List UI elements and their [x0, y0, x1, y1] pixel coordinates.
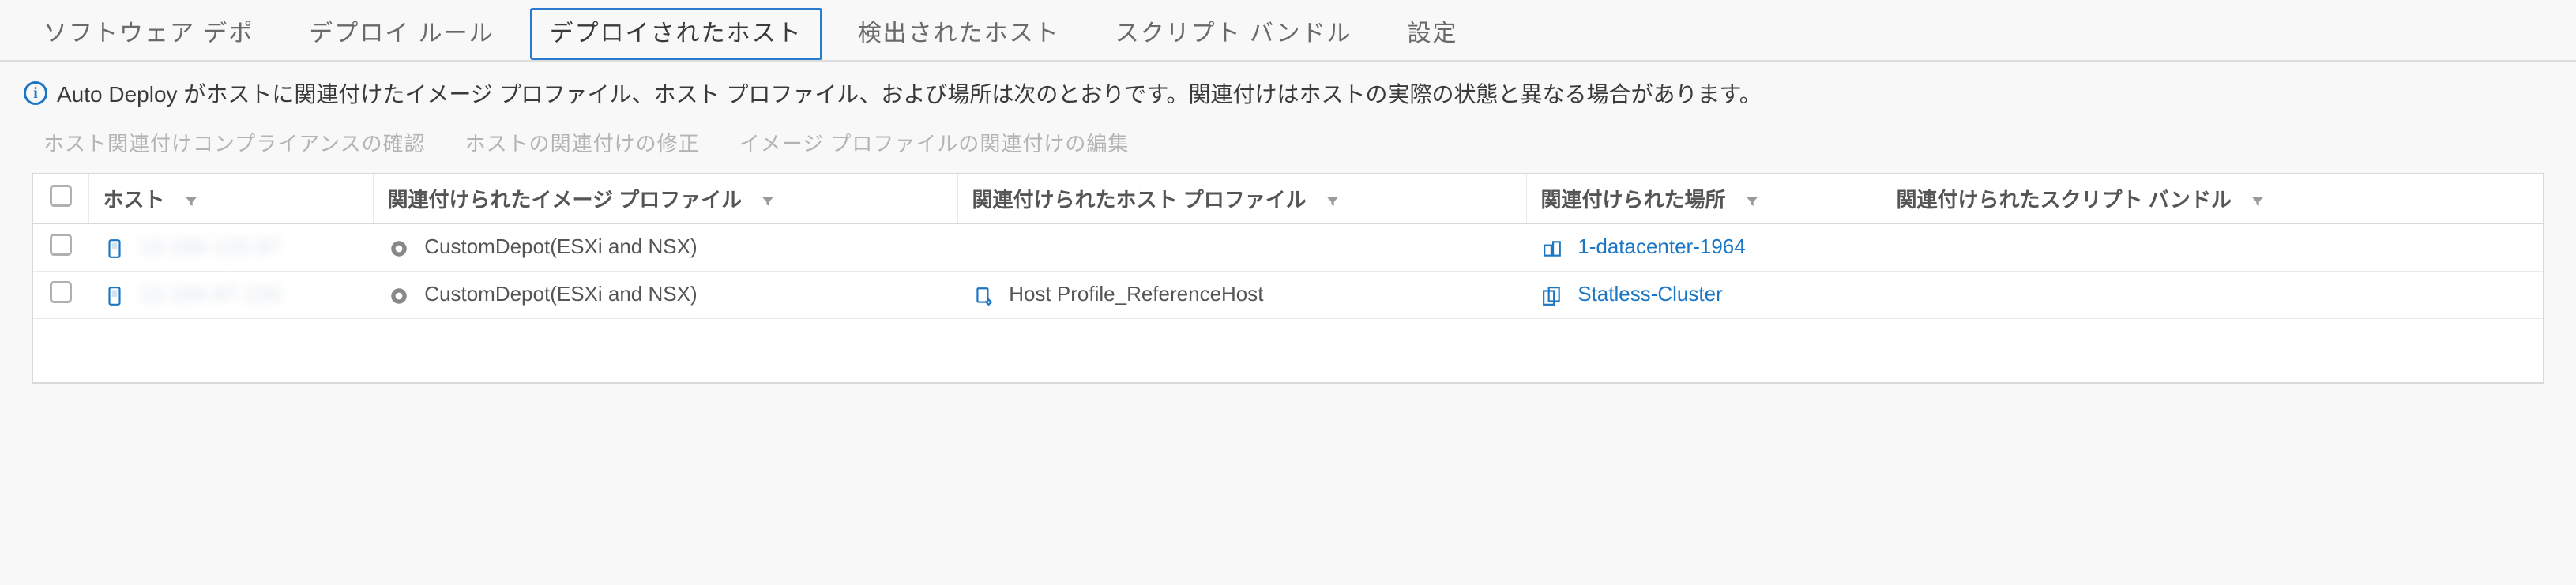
col-image-profile-header: 関連付けられたイメージ プロファイル: [388, 188, 743, 212]
image-profile-name: CustomDepot(ESXi and NSX): [424, 234, 697, 258]
filter-icon[interactable]: [1325, 188, 1341, 212]
tab-deploy-rules[interactable]: デプロイ ルール: [289, 8, 513, 60]
location-link[interactable]: Statless-Cluster: [1578, 282, 1723, 306]
col-location-header: 関連付けられた場所: [1541, 188, 1726, 212]
tab-software-depot[interactable]: ソフトウェア デポ: [24, 8, 273, 60]
action-remediate[interactable]: ホストの関連付けの修正: [465, 128, 700, 157]
image-profile-icon: [387, 284, 411, 308]
host-profile-icon: [972, 284, 995, 308]
cluster-icon: [1540, 284, 1564, 308]
filter-icon[interactable]: [2250, 188, 2266, 212]
col-host-profile-header: 関連付けられたホスト プロファイル: [972, 188, 1307, 212]
info-banner: i Auto Deploy がホストに関連付けたイメージ プロファイル、ホスト …: [0, 62, 2576, 118]
action-edit-image-profile[interactable]: イメージ プロファイルの関連付けの編集: [739, 128, 1130, 157]
tab-bar: ソフトウェア デポ デプロイ ルール デプロイされたホスト 検出されたホスト ス…: [0, 0, 2576, 62]
tab-script-bundles[interactable]: スクリプト バンドル: [1096, 8, 1372, 60]
action-check-compliance[interactable]: ホスト関連付けコンプライアンスの確認: [43, 128, 426, 157]
table-row[interactable]: 10.184.120.97 CustomDepot(ESXi and NSX) …: [33, 223, 2543, 272]
hosts-table: ホスト 関連付けられたイメージ プロファイル 関連付けられたホスト プロファイル: [32, 173, 2544, 384]
host-icon: [103, 237, 126, 261]
info-icon: i: [24, 81, 47, 105]
datacenter-icon: [1540, 237, 1564, 261]
col-script-bundle-header: 関連付けられたスクリプト バンドル: [1897, 188, 2232, 212]
table-row[interactable]: 10.184.97.220 CustomDepot(ESXi and NSX) …: [33, 272, 2543, 319]
image-profile-name: CustomDepot(ESXi and NSX): [424, 282, 697, 306]
action-bar: ホスト関連付けコンプライアンスの確認 ホストの関連付けの修正 イメージ プロファ…: [0, 118, 2576, 173]
host-profile-name: Host Profile_ReferenceHost: [1009, 282, 1263, 306]
tab-settings[interactable]: 設定: [1388, 8, 1478, 60]
filter-icon[interactable]: [760, 188, 776, 212]
row-checkbox[interactable]: [50, 281, 72, 303]
location-link[interactable]: 1-datacenter-1964: [1578, 234, 1745, 258]
host-name: 10.184.97.220: [140, 282, 281, 306]
image-profile-icon: [387, 237, 411, 261]
tab-discovered-hosts[interactable]: 検出されたホスト: [838, 8, 1080, 60]
host-name: 10.184.120.97: [140, 234, 281, 258]
info-text: Auto Deploy がホストに関連付けたイメージ プロファイル、ホスト プロ…: [57, 77, 1762, 109]
col-host-header: ホスト: [103, 188, 165, 212]
filter-icon[interactable]: [183, 188, 199, 212]
tab-deployed-hosts[interactable]: デプロイされたホスト: [530, 8, 822, 60]
filter-icon[interactable]: [1744, 188, 1760, 212]
select-all-checkbox[interactable]: [50, 185, 72, 207]
row-checkbox[interactable]: [50, 234, 72, 256]
table-spacer: [33, 319, 2543, 382]
host-icon: [103, 284, 126, 308]
